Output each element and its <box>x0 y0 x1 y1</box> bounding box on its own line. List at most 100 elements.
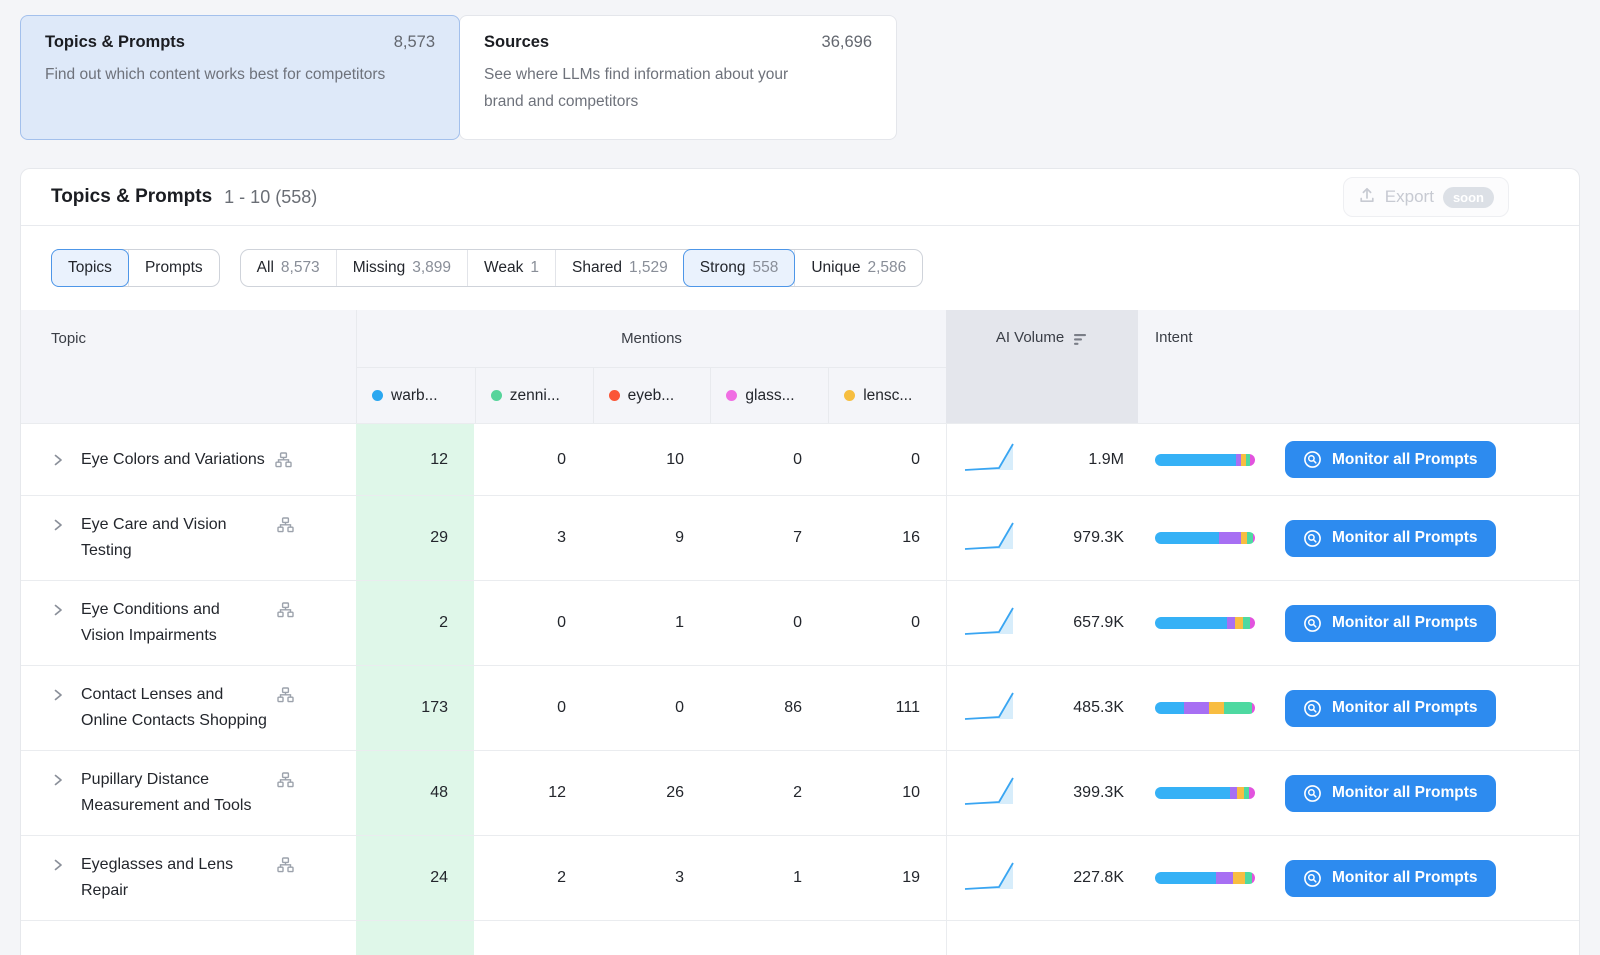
tab-count: 1,529 <box>629 259 668 277</box>
brand-column-header[interactable]: zenni... <box>475 368 593 423</box>
filter-tab-missing[interactable]: Missing3,899 <box>336 250 467 286</box>
topics-prompts-card[interactable]: Topics & Prompts 8,573 Find out which co… <box>20 15 460 140</box>
monitor-icon <box>1303 529 1322 548</box>
tab-label: Shared <box>572 259 622 277</box>
card-description: See where LLMs find information about yo… <box>484 61 829 115</box>
brand-column-header[interactable]: warb... <box>357 368 475 423</box>
topic-cell[interactable]: Eye Colors and Variations <box>21 447 356 473</box>
sort-desc-icon[interactable] <box>1073 333 1088 423</box>
ai-volume-label: AI Volume <box>996 329 1064 423</box>
table-row: Eyeglasses and Lens Repair 24 2 3 1 19 <box>21 835 1579 920</box>
chevron-right-icon[interactable] <box>51 603 65 622</box>
monitor-all-prompts-button[interactable]: Monitor all Prompts <box>1285 775 1496 812</box>
monitor-all-prompts-button[interactable]: Monitor all Prompts <box>1285 690 1496 727</box>
topic-name[interactable]: Contact Lenses and Online Contacts Shopp… <box>81 682 267 734</box>
filter-tab-shared[interactable]: Shared 1,529 <box>555 250 684 286</box>
mention-value: 0 <box>592 666 710 750</box>
topic-cell[interactable]: Contact Lenses and Online Contacts Shopp… <box>21 682 356 734</box>
export-button[interactable]: Export soon <box>1343 177 1509 217</box>
monitor-all-prompts-button[interactable]: Monitor all Prompts <box>1285 605 1496 642</box>
sources-card[interactable]: Sources 36,696 See where LLMs find infor… <box>459 15 897 140</box>
brand-dot-icon <box>844 390 855 401</box>
mention-value: 1 <box>710 836 828 920</box>
tab-label: Topics <box>68 259 112 277</box>
filter-tab-strong[interactable]: Strong558 <box>683 249 796 287</box>
ai-volume-value: 657.9K <box>1073 614 1124 632</box>
sparkline-icon <box>963 775 1023 812</box>
sitemap-icon <box>275 452 292 473</box>
filter-tab-unique[interactable]: Unique2,586 <box>794 250 922 286</box>
ai-volume-cell: 399.3K <box>946 751 1138 835</box>
mention-value: 1 <box>592 581 710 665</box>
mention-value: 10 <box>828 751 946 835</box>
intent-segment <box>1216 872 1233 884</box>
monitor-all-prompts-button[interactable]: Monitor all Prompts <box>1285 860 1496 897</box>
topic-cell[interactable]: Eye Care and Vision Testing <box>21 512 356 564</box>
table-row: Pupillary Distance Measurement and Tools… <box>21 750 1579 835</box>
intent-segment <box>1252 872 1255 884</box>
monitor-icon <box>1303 869 1322 888</box>
pagination-range: 1 - 10 (558) <box>224 187 317 208</box>
table-row: Eye Conditions and Vision Impairments 2 … <box>21 580 1579 665</box>
topic-name[interactable]: Eye Conditions and Vision Impairments <box>81 597 267 649</box>
table-header: Topic Mentions warb...zenni...eyeb...gla… <box>21 310 1579 423</box>
chevron-right-icon[interactable] <box>51 688 65 707</box>
chevron-right-icon[interactable] <box>51 518 65 537</box>
intent-bar <box>1155 787 1255 799</box>
ai-volume-cell: 657.9K <box>946 581 1138 665</box>
intent-segment <box>1249 787 1255 799</box>
ai-volume-value: 485.3K <box>1073 699 1124 717</box>
mention-value: 19 <box>828 836 946 920</box>
topic-name[interactable]: Eye Care and Vision Testing <box>81 512 267 564</box>
topic-cell[interactable]: Pupillary Distance Measurement and Tools <box>21 767 356 819</box>
topic-name[interactable]: Eye Colors and Variations <box>81 447 265 473</box>
monitor-button-label: Monitor all Prompts <box>1332 614 1478 632</box>
brand-column-header[interactable]: glass... <box>710 368 828 423</box>
column-header-ai-volume[interactable]: AI Volume <box>946 310 1138 423</box>
column-header-intent: Intent <box>1138 310 1579 423</box>
intent-segment <box>1250 454 1255 466</box>
view-tab-prompts[interactable]: Prompts <box>128 250 219 286</box>
filter-tab-all[interactable]: All8,573 <box>241 250 336 286</box>
intent-segment <box>1253 532 1255 544</box>
ai-volume-cell: 485.3K <box>946 666 1138 750</box>
page: Topics & Prompts 8,573 Find out which co… <box>0 0 1600 955</box>
topic-name[interactable]: Pupillary Distance Measurement and Tools <box>81 767 267 819</box>
intent-cell: Monitor all Prompts <box>1138 775 1579 812</box>
chevron-right-icon[interactable] <box>51 858 65 877</box>
view-tab-topics[interactable]: Topics <box>51 249 129 287</box>
brand-column-header[interactable]: eyeb... <box>593 368 711 423</box>
mention-value: 0 <box>828 424 946 495</box>
topic-cell[interactable]: Eye Conditions and Vision Impairments <box>21 597 356 649</box>
intent-bar <box>1155 872 1255 884</box>
monitor-all-prompts-button[interactable]: Monitor all Prompts <box>1285 520 1496 557</box>
table-body: Eye Colors and Variations 12 0 10 0 0 <box>21 423 1579 920</box>
tab-count: 1 <box>530 259 539 277</box>
ai-volume-value: 227.8K <box>1073 869 1124 887</box>
topic-cell[interactable]: Eyeglasses and Lens Repair <box>21 852 356 904</box>
intent-bar <box>1155 532 1255 544</box>
mention-value: 10 <box>592 424 710 495</box>
filter-tab-weak[interactable]: Weak1 <box>467 250 555 286</box>
intent-bar <box>1155 617 1255 629</box>
intent-segment <box>1224 702 1252 714</box>
monitor-icon <box>1303 699 1322 718</box>
sparkline-icon <box>963 605 1023 642</box>
filters-row: TopicsPrompts All8,573Missing3,899Weak1S… <box>21 226 1579 310</box>
main-panel: Topics & Prompts 1 - 10 (558) Export soo… <box>20 168 1580 955</box>
mention-value: 3 <box>592 836 710 920</box>
ai-volume-cell: 227.8K <box>946 836 1138 920</box>
monitor-all-prompts-button[interactable]: Monitor all Prompts <box>1285 441 1496 478</box>
tab-count: 558 <box>752 259 778 277</box>
export-label: Export <box>1385 187 1434 207</box>
sparkline-icon <box>963 860 1023 897</box>
chevron-right-icon[interactable] <box>51 453 65 472</box>
brand-column-header[interactable]: lensc... <box>828 368 946 423</box>
chevron-right-icon[interactable] <box>51 773 65 792</box>
intent-cell: Monitor all Prompts <box>1138 860 1579 897</box>
brand-columns: warb...zenni...eyeb...glass...lensc... <box>357 367 946 423</box>
topic-name[interactable]: Eyeglasses and Lens Repair <box>81 852 267 904</box>
monitor-icon <box>1303 784 1322 803</box>
intent-cell: Monitor all Prompts <box>1138 690 1579 727</box>
tab-label: Prompts <box>145 259 203 277</box>
